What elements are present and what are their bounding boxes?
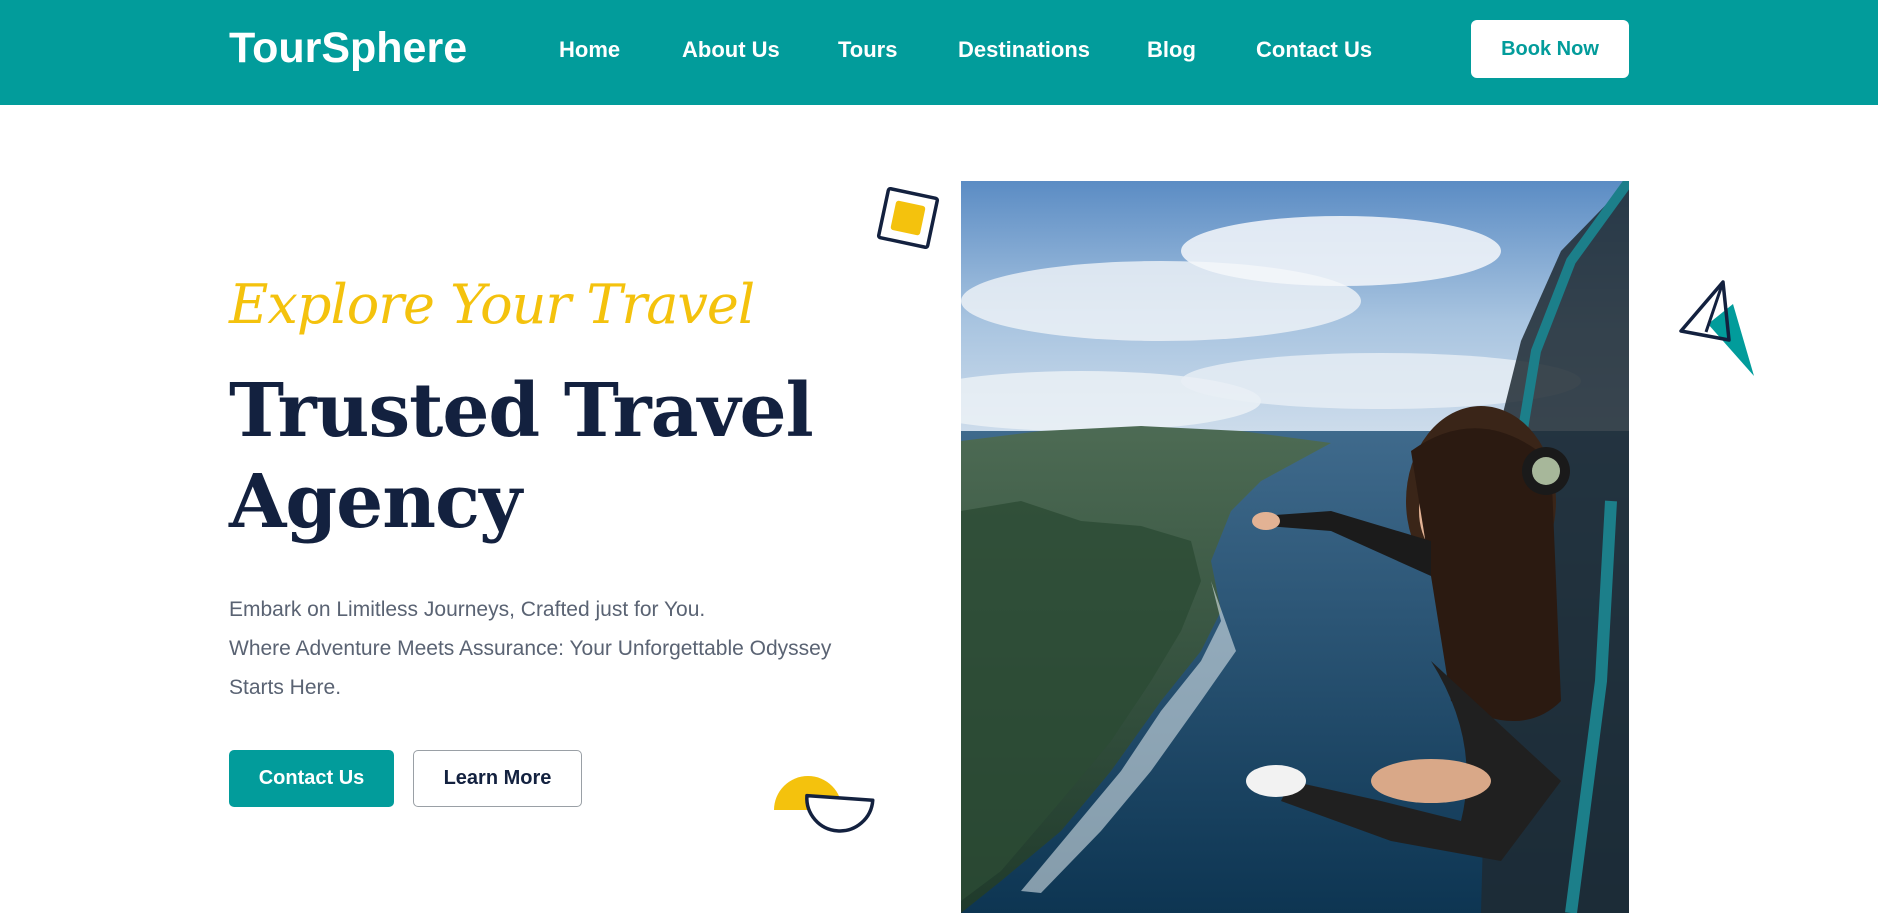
hero-title-line2: Agency — [229, 459, 522, 545]
site-header: TourSphere Home About Us Tours Destinati… — [0, 0, 1878, 105]
learn-more-button[interactable]: Learn More — [413, 750, 582, 807]
hero-desc-line1: Embark on Limitless Journeys, Crafted ju… — [229, 598, 706, 621]
nav-contact-us[interactable]: Contact Us — [1256, 36, 1372, 64]
nav-blog[interactable]: Blog — [1147, 36, 1196, 64]
nav-about-us[interactable]: About Us — [682, 36, 780, 64]
triangle-shape-icon — [1679, 280, 1754, 376]
half-circle-shape-icon — [774, 776, 875, 833]
hero-description: Embark on Limitless Journeys, Crafted ju… — [229, 590, 909, 707]
helicopter-traveler-photo — [961, 181, 1629, 913]
hero-image — [961, 181, 1629, 913]
hero-title-line1: Trusted Travel — [229, 368, 814, 454]
hero-desc-line2: Where Adventure Meets Assurance: Your Un… — [229, 637, 832, 660]
nav-home[interactable]: Home — [559, 36, 620, 64]
nav-destinations[interactable]: Destinations — [958, 36, 1090, 64]
site-logo[interactable]: TourSphere — [229, 20, 467, 76]
square-shape-icon — [876, 186, 940, 250]
nav-tours[interactable]: Tours — [838, 36, 897, 64]
hero-tagline: Explore Your Travel — [229, 273, 755, 336]
hero-title: Trusted Travel Agency — [229, 366, 849, 548]
hero-desc-line3: Starts Here. — [229, 676, 342, 699]
book-now-button[interactable]: Book Now — [1471, 20, 1629, 78]
contact-us-button[interactable]: Contact Us — [229, 750, 394, 807]
